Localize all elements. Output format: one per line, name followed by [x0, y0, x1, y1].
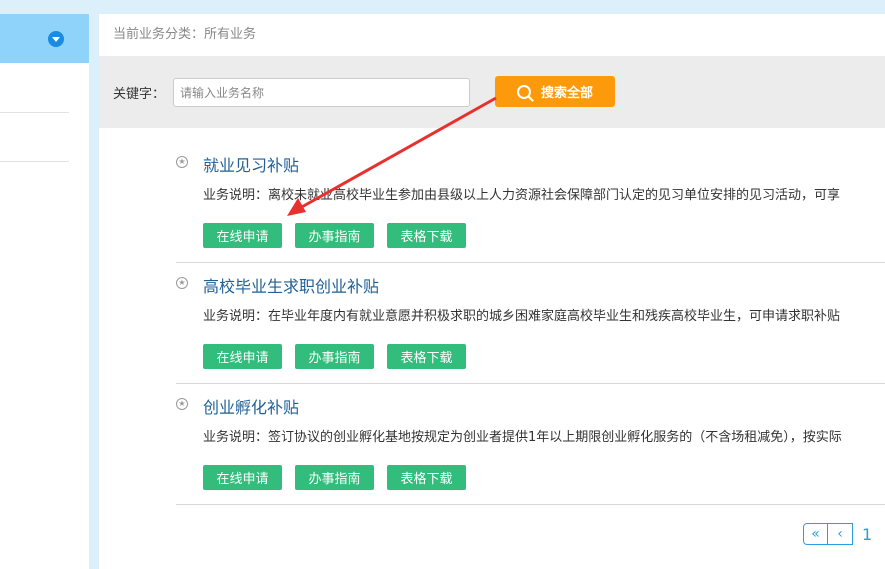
search-bar: 关键字： 搜索全部 [99, 56, 885, 128]
breadcrumb: 当前业务分类：所有业务 [113, 27, 257, 42]
sidebar-header[interactable] [0, 14, 89, 63]
list-item: ★ 就业见习补贴 业务说明：离校未就业高校毕业生参加由县级以上人力资源社会保障部… [176, 142, 885, 263]
item-title[interactable]: 高校毕业生求职创业补贴 [203, 273, 379, 297]
chevron-down-icon[interactable] [48, 31, 64, 47]
form-download-button[interactable]: 表格下载 [387, 465, 466, 490]
search-icon [516, 84, 531, 99]
search-all-button[interactable]: 搜索全部 [495, 76, 615, 107]
prev-page-button[interactable]: ‹ [828, 523, 853, 545]
list-item: ★ 高校毕业生求职创业补贴 业务说明：在毕业年度内有就业意愿并积极求职的城乡困难… [176, 263, 885, 384]
item-description: 业务说明：离校未就业高校毕业生参加由县级以上人力资源社会保障部门认定的见习单位安… [203, 188, 841, 203]
star-icon: ★ [176, 156, 188, 168]
main-content: 当前业务分类：所有业务 关键字： 搜索全部 ★ 就业见习补贴 业务说明：离校未就… [99, 14, 885, 569]
divider [0, 161, 69, 162]
form-download-button[interactable]: 表格下载 [387, 344, 466, 369]
item-description: 业务说明：签订协议的创业孵化基地按规定为创业者提供1年以上期限创业孵化服务的（不… [203, 430, 842, 445]
apply-online-button[interactable]: 在线申请 [203, 465, 282, 490]
item-description: 业务说明：在毕业年度内有就业意愿并积极求职的城乡困难家庭高校毕业生和残疾高校毕业… [203, 309, 841, 324]
item-title[interactable]: 创业孵化补贴 [203, 394, 299, 418]
keyword-input[interactable] [173, 78, 470, 107]
pagination: « ‹ 1 [803, 523, 872, 545]
guide-button[interactable]: 办事指南 [295, 465, 374, 490]
page-number[interactable]: 1 [862, 525, 872, 544]
keyword-label: 关键字： [113, 87, 166, 102]
apply-online-button[interactable]: 在线申请 [203, 344, 282, 369]
search-button-label: 搜索全部 [540, 86, 593, 101]
list-item: ★ 创业孵化补贴 业务说明：签订协议的创业孵化基地按规定为创业者提供1年以上期限… [176, 384, 885, 505]
item-title[interactable]: 就业见习补贴 [203, 152, 299, 176]
guide-button[interactable]: 办事指南 [295, 223, 374, 248]
divider [0, 112, 69, 113]
form-download-button[interactable]: 表格下载 [387, 223, 466, 248]
apply-online-button[interactable]: 在线申请 [203, 223, 282, 248]
sidebar [0, 14, 89, 569]
star-icon: ★ [176, 398, 188, 410]
star-icon: ★ [176, 277, 188, 289]
guide-button[interactable]: 办事指南 [295, 344, 374, 369]
first-page-button[interactable]: « [803, 523, 828, 545]
